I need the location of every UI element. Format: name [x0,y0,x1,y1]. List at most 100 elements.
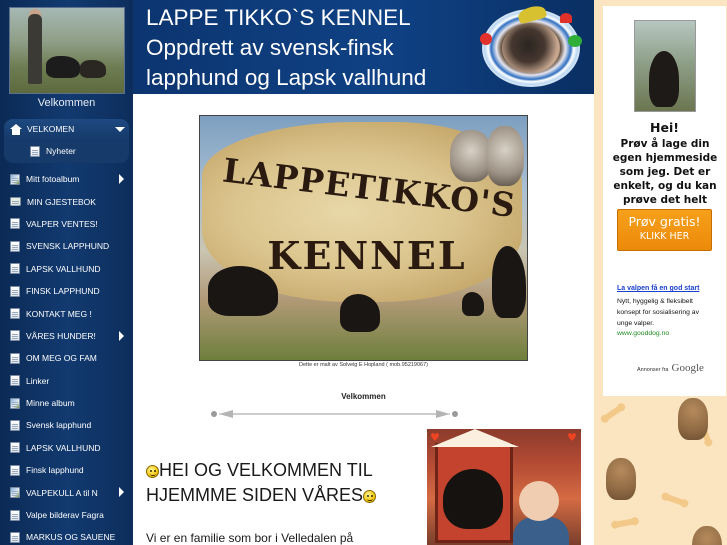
chevron-right-icon [119,174,124,184]
sidebar-item[interactable]: MIN GJESTEBOK [4,190,129,212]
sidebar-item[interactable]: Svensk lapphund [4,414,129,436]
smiley-icon [363,490,377,503]
sidebar-item-label: Mitt fotoalbum [26,174,80,185]
sidebar-item-label: MIN GJESTEBOK [27,196,96,207]
sidebar-item[interactable]: LAPSK VALLHUND [4,258,129,280]
page-icon [10,464,20,476]
page-icon [10,285,20,297]
sidebar-item[interactable]: SVENSK LAPPHUND [4,235,129,257]
title-line: LAPPE TIKKO`S KENNEL [146,5,411,30]
promo-text: Prøv å lage din egen hjemmeside som jeg.… [612,138,718,206]
promo-dog-photo [634,20,696,112]
google-ad: La valpen få en god start Nytt, hyggelig… [617,283,713,339]
site-title: LAPPE TIKKO`S KENNEL Oppdrett av svensk-… [146,3,426,93]
page-icon [10,442,20,454]
sidebar-item[interactable]: Mitt fotoalbum [4,168,129,190]
sidebar: Velkommen VELKOMEN Nyheter Mitt fotoalbum M… [0,0,133,545]
sidebar-item[interactable]: KONTAKT MEG ! [4,302,129,324]
greeting-line-1: HEI OG VELKOMMEN TIL [159,460,373,480]
child-with-puppy-photo: ♥ ♥ [427,429,581,545]
sidebar-item-label: VELKOMEN [27,124,75,134]
chevron-right-icon [119,330,124,341]
welcome-heading: Velkommen [341,392,386,401]
sidebar-item[interactable]: MARKUS OG SAUENE [4,526,129,545]
sidebar-item-label: Finsk lapphund [26,465,84,476]
sidebar-item-label: FINSK LAPPHUND [26,286,100,297]
ad-attribution[interactable]: Annonser fra Google [637,362,704,374]
sidebar-item-label: MARKUS OG SAUENE [26,532,116,543]
book-icon [10,197,21,207]
page-icon [10,218,20,230]
chevron-down-icon [115,127,125,132]
sidebar-item[interactable]: VALPEKULL A til N [4,481,129,503]
title-line: lapphund og Lapsk vallhund [146,65,427,90]
sidebar-item[interactable]: VELKOMEN [4,119,129,139]
photo-icon [10,173,20,185]
try-free-button[interactable]: Prøv gratis! KLIKK HER [617,209,712,251]
sidebar-item-label: VALPER VENTES! [26,218,98,229]
sidebar-item-label: LAPSK VALLHUND [26,263,101,274]
greeting-line-2: HJEMMME SIDEN VÅRES [146,485,364,505]
ad-attribution-label: Annonser fra [637,367,669,373]
ad-link[interactable]: La valpen få en god start [617,283,713,295]
google-logo: Google [671,362,704,374]
nav-menu: VELKOMEN Nyheter Mitt fotoalbum MIN GJESTEB… [4,119,129,545]
page-icon [10,375,20,387]
image-caption: Dette er malt av Solveig E Hopland ( mob… [298,362,429,368]
sign-line-2: KENNEL [267,233,467,278]
page-icon [10,308,20,320]
sidebar-item[interactable]: Nyheter [4,139,129,163]
sidebar-item[interactable]: VÅRES HUNDER! [4,325,129,347]
chevron-right-icon [119,487,124,498]
photo-icon [10,397,20,409]
header-logo-image [478,3,586,91]
sidebar-item-label: Svensk lapphund [26,420,92,431]
sidebar-item[interactable]: Minne album [4,392,129,414]
page-icon [10,509,20,521]
sidebar-item-label: OM MEG OG FAM [26,353,97,364]
photo-icon [10,487,20,499]
page-icon [10,263,20,275]
try-free-label: Prøv gratis! [628,214,701,229]
page-icon [10,419,20,431]
page-icon [10,330,20,342]
ornamental-divider [211,410,458,418]
puppy-decoration [678,398,708,440]
ad-body: Nytt, hyggelig & fleksibelt konsept for … [617,298,699,327]
sidebar-item-label: KONTAKT MEG ! [26,308,92,319]
page-icon [30,145,40,157]
sidebar-item[interactable]: OM MEG OG FAM [4,347,129,369]
sidebar-item[interactable]: VALPER VENTES! [4,213,129,235]
sidebar-item[interactable]: Valpe bilderav Fagra [4,504,129,526]
greeting-heading: HEI OG VELKOMMEN TIL HJEMMME SIDEN VÅRES [146,458,416,508]
kennel-sign-image: LAPPETIKKO'S KENNEL [199,115,528,361]
sidebar-item-label: SVENSK LAPPHUND [26,241,110,252]
sidebar-item-label: LAPSK VALLHUND [26,442,101,453]
click-here-label: KLIKK HER [639,231,690,242]
sidebar-welcome: Velkommen [37,97,96,109]
puppy-decoration [606,458,636,500]
sidebar-item[interactable]: Finsk lapphund [4,459,129,481]
sidebar-item-label: VALPEKULL A til N [26,487,98,498]
ad-url[interactable]: www.gooddog.no [617,329,713,339]
page-icon [10,352,20,364]
sidebar-item-label: Nyheter [46,146,76,156]
intro-text: Vi er en familie som bor i Velledalen på [146,531,354,545]
sidebar-item-label: Valpe bilderav Fagra [26,510,104,521]
profile-photo [9,7,125,94]
sidebar-item[interactable]: LAPSK VALLHUND [4,437,129,459]
home-icon [10,123,22,135]
sign-text: LAPPETIKKO'S KENNEL [221,150,518,278]
smiley-icon [146,465,159,478]
sidebar-item[interactable]: Linker [4,370,129,392]
main-content: LAPPETIKKO'S KENNEL Dette er malt av Sol… [133,94,594,545]
puppy-decoration [692,526,722,545]
page-icon [10,531,20,543]
page-icon [10,240,20,252]
sidebar-item-label: Linker [26,375,50,386]
promo-heading: Hei! [650,120,679,135]
title-line: Oppdrett av svensk-finsk [146,35,394,60]
sidebar-item-label: Minne album [26,398,75,409]
sidebar-item[interactable]: FINSK LAPPHUND [4,280,129,302]
header-banner: LAPPE TIKKO`S KENNEL Oppdrett av svensk-… [133,0,595,94]
